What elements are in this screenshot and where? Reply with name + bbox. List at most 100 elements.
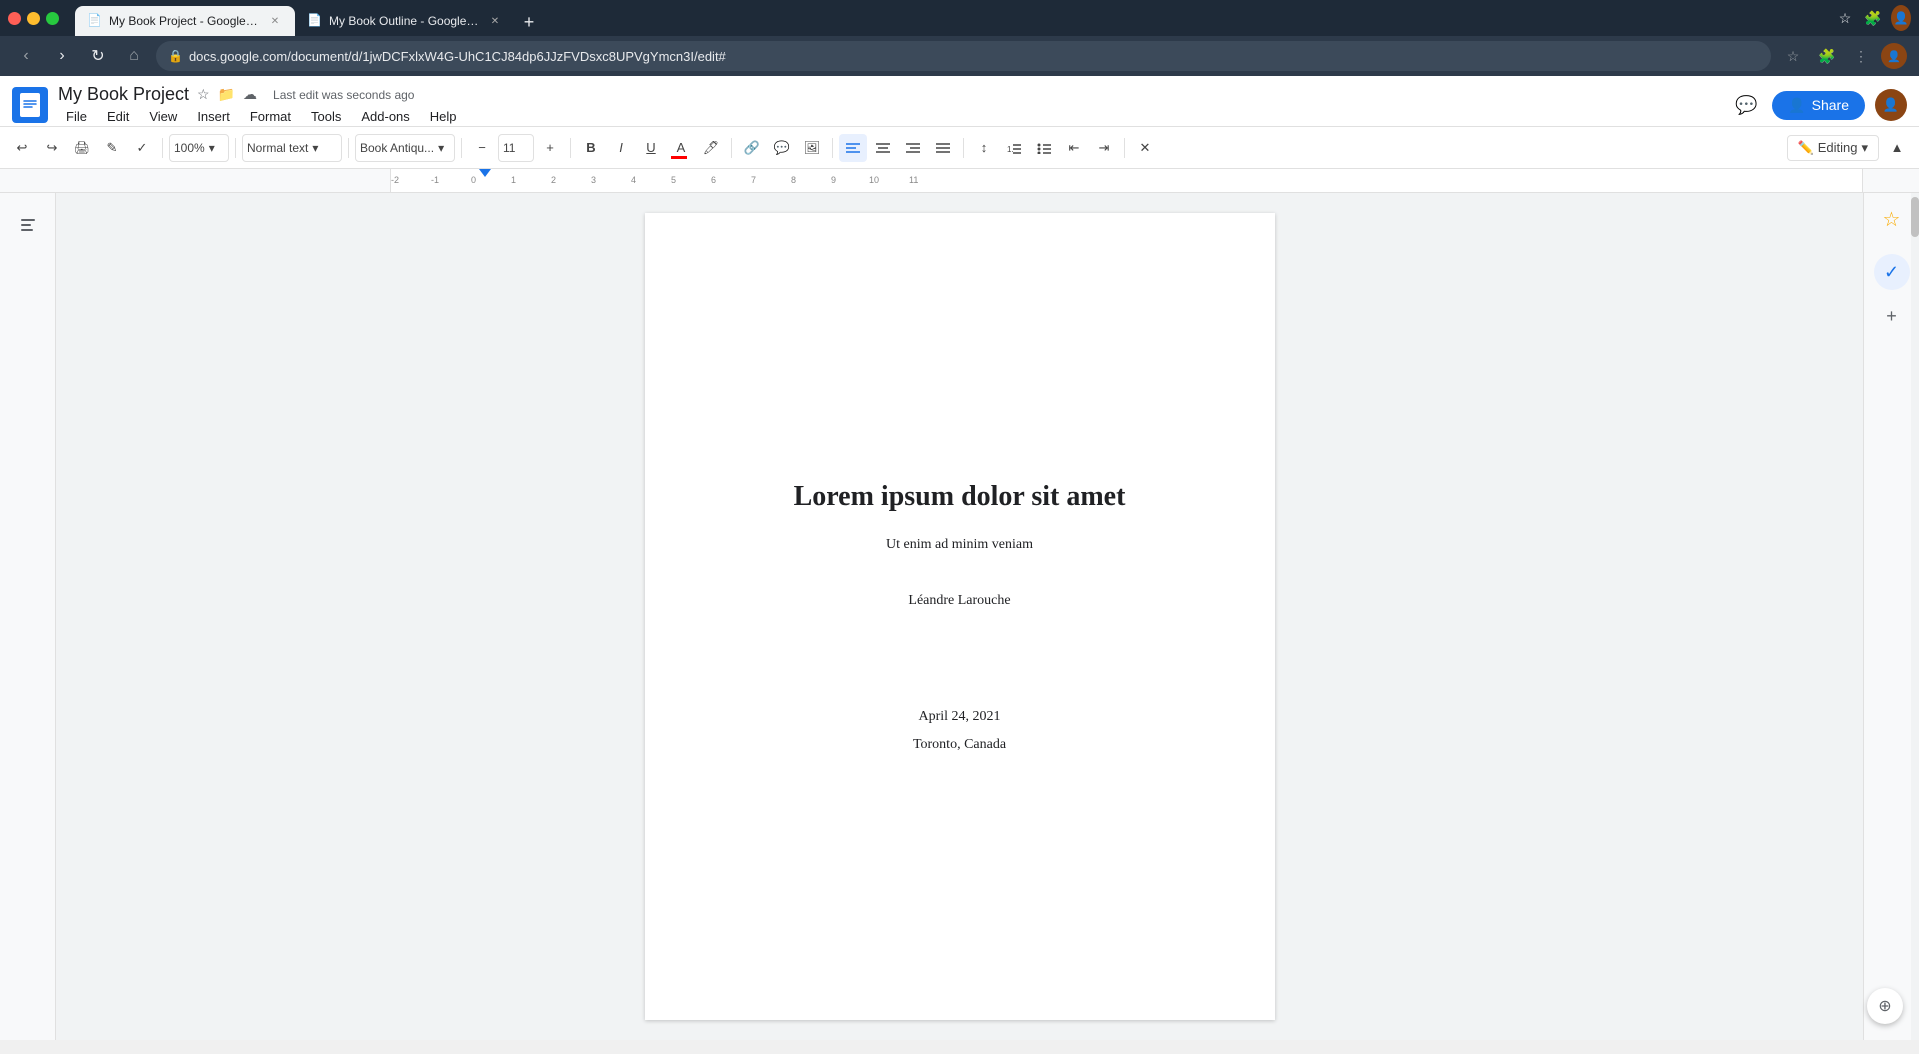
forward-button[interactable]: › <box>48 42 76 70</box>
align-justify-icon <box>936 142 950 154</box>
menu-help[interactable]: Help <box>422 107 465 126</box>
user-avatar-titlebar[interactable]: 👤 <box>1891 5 1911 31</box>
comment-button[interactable]: 💬 <box>1730 89 1762 121</box>
align-right-icon <box>906 142 920 154</box>
editing-mode-button[interactable]: ✏️ Editing ▾ <box>1787 135 1879 161</box>
addressbar-right: ☆ 🧩 ⋮ 👤 <box>1779 42 1907 70</box>
align-right-button[interactable] <box>899 134 927 162</box>
menu-view[interactable]: View <box>141 107 185 126</box>
doc-subtitle[interactable]: Ut enim ad minim veniam <box>886 537 1033 553</box>
divider-6 <box>731 138 732 158</box>
paint-format-button[interactable]: ✎ <box>98 134 126 162</box>
bulleted-list-button[interactable] <box>1030 134 1058 162</box>
decrease-font-button[interactable]: − <box>468 134 496 162</box>
menu-insert[interactable]: Insert <box>189 107 238 126</box>
menu-file[interactable]: File <box>58 107 95 126</box>
highlight-button[interactable]: 🖊 <box>697 134 725 162</box>
divider-9 <box>1124 138 1125 158</box>
font-select[interactable]: Book Antiqu... ▾ <box>355 134 455 162</box>
reload-button[interactable]: ↻ <box>84 42 112 70</box>
bookmark-addr-icon[interactable]: ☆ <box>1779 42 1807 70</box>
outline-button[interactable] <box>12 209 44 241</box>
collapse-toolbar-button[interactable]: ▲ <box>1883 134 1911 162</box>
print-button[interactable]: 🖨 <box>68 134 96 162</box>
style-select[interactable]: Normal text ▾ <box>242 134 342 162</box>
align-justify-button[interactable] <box>929 134 957 162</box>
zoom-select[interactable]: 100% ▾ <box>169 134 229 162</box>
keep-icon[interactable]: ☆ <box>1874 201 1910 237</box>
align-left-button[interactable] <box>839 134 867 162</box>
doc-author[interactable]: Léandre Larouche <box>908 593 1010 609</box>
numbered-list-icon: 1. <box>1007 142 1021 154</box>
clear-format-button[interactable]: ✕ <box>1131 134 1159 162</box>
underline-button[interactable]: U <box>637 134 665 162</box>
decrease-indent-button[interactable]: ⇤ <box>1060 134 1088 162</box>
tab-2[interactable]: 📄 My Book Outline - Google Doc... ✕ <box>295 6 515 36</box>
docs-header-right: 💬 👤 Share 👤 <box>1730 89 1907 121</box>
titlebar: 📄 My Book Project - Google Doc... ✕ 📄 My… <box>0 0 1919 36</box>
traffic-lights <box>8 12 59 25</box>
align-center-button[interactable] <box>869 134 897 162</box>
add-to-drive-icon[interactable]: 📁 <box>218 86 235 103</box>
extension-addr-icon[interactable]: 🧩 <box>1813 42 1841 70</box>
profile-icon[interactable]: 👤 <box>1891 8 1911 28</box>
font-color-label: A <box>677 140 686 155</box>
tab-2-close[interactable]: ✕ <box>487 13 503 29</box>
tab-1-close[interactable]: ✕ <box>267 13 283 29</box>
user-avatar-header[interactable]: 👤 <box>1875 89 1907 121</box>
scrollbar-thumb[interactable] <box>1911 197 1919 237</box>
font-color-button[interactable]: A <box>667 134 695 162</box>
menu-tools[interactable]: Tools <box>303 107 349 126</box>
navigate-button[interactable]: ⊕ <box>1867 988 1903 1024</box>
link-button[interactable]: 🔗 <box>738 134 766 162</box>
menu-edit[interactable]: Edit <box>99 107 137 126</box>
font-size-select[interactable]: 11 <box>498 134 534 162</box>
star-icon[interactable]: ☆ <box>197 86 210 103</box>
doc-location[interactable]: Toronto, Canada <box>913 737 1006 753</box>
align-left-icon <box>846 142 860 154</box>
spell-check-button[interactable]: ✓ <box>128 134 156 162</box>
document-title[interactable]: My Book Project <box>58 84 189 105</box>
share-label: Share <box>1812 97 1849 113</box>
addressbar: ‹ › ↻ ⌂ 🔒 docs.google.com/document/d/1jw… <box>0 36 1919 76</box>
tab-1[interactable]: 📄 My Book Project - Google Doc... ✕ <box>75 6 295 36</box>
svg-text:1.: 1. <box>1007 145 1014 154</box>
tasks-icon[interactable]: ✓ <box>1874 254 1910 290</box>
zoom-value: 100% <box>174 141 205 155</box>
cloud-icon[interactable]: ☁ <box>243 86 257 103</box>
doc-title[interactable]: Lorem ipsum dolor sit amet <box>794 481 1126 513</box>
menu-addons[interactable]: Add-ons <box>353 107 417 126</box>
add-panel-icon[interactable]: + <box>1874 298 1910 334</box>
bold-button[interactable]: B <box>577 134 605 162</box>
numbered-list-button[interactable]: 1. <box>1000 134 1028 162</box>
increase-font-button[interactable]: + <box>536 134 564 162</box>
tab-1-favicon: 📄 <box>87 13 103 29</box>
undo-button[interactable]: ↩ <box>8 134 36 162</box>
share-button[interactable]: 👤 Share <box>1772 91 1865 120</box>
image-button[interactable]: 🖼 <box>798 134 826 162</box>
user-avatar-addressbar[interactable]: 👤 <box>1881 43 1907 69</box>
menu-format[interactable]: Format <box>242 107 299 126</box>
menu-icon[interactable]: ⋮ <box>1847 42 1875 70</box>
font-size-value: 11 <box>503 141 515 155</box>
extension-icon[interactable]: 🧩 <box>1863 8 1883 28</box>
back-button[interactable]: ‹ <box>12 42 40 70</box>
doc-area[interactable]: Lorem ipsum dolor sit amet Ut enim ad mi… <box>56 193 1863 1040</box>
doc-date[interactable]: April 24, 2021 <box>918 709 1000 725</box>
close-window-button[interactable] <box>8 12 21 25</box>
maximize-window-button[interactable] <box>46 12 59 25</box>
docs-menu-row: File Edit View Insert Format Tools Add-o… <box>58 107 1720 126</box>
minimize-window-button[interactable] <box>27 12 40 25</box>
line-spacing-button[interactable]: ↕ <box>970 134 998 162</box>
url-bar[interactable]: 🔒 docs.google.com/document/d/1jwDCFxlxW4… <box>156 41 1771 71</box>
italic-button[interactable]: I <box>607 134 635 162</box>
comment-inline-button[interactable]: 💬 <box>768 134 796 162</box>
increase-indent-button[interactable]: ⇥ <box>1090 134 1118 162</box>
doc-page: Lorem ipsum dolor sit amet Ut enim ad mi… <box>645 213 1275 1020</box>
scrollbar-track[interactable] <box>1911 193 1919 1040</box>
lock-icon: 🔒 <box>168 49 183 63</box>
redo-button[interactable]: ↪ <box>38 134 66 162</box>
new-tab-button[interactable]: + <box>515 8 543 36</box>
bookmark-icon[interactable]: ☆ <box>1835 8 1855 28</box>
home-button[interactable]: ⌂ <box>120 42 148 70</box>
